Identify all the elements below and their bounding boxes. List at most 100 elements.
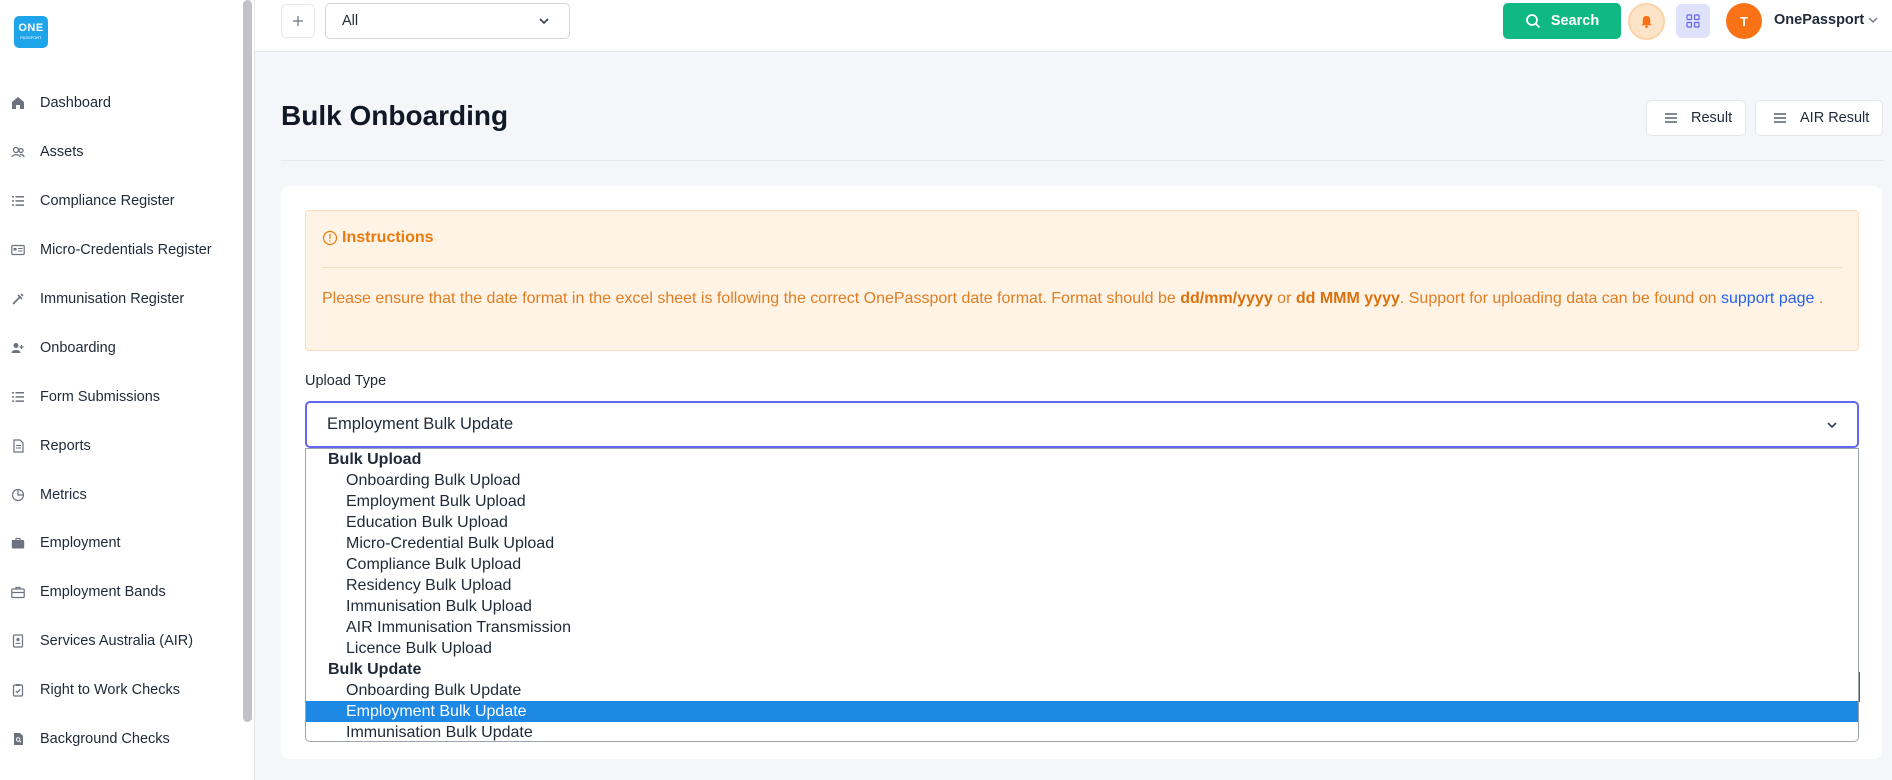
sidebar-item-employment[interactable]: Employment: [0, 519, 240, 568]
syringe-icon: [11, 292, 25, 306]
list-icon: [11, 194, 25, 208]
instructions-text-part: or: [1272, 290, 1296, 307]
file-search-icon: [11, 732, 25, 746]
scope-select[interactable]: All: [325, 3, 570, 39]
sidebar-item-right-to-work-checks[interactable]: Right to Work Checks: [0, 666, 240, 715]
users-icon: [11, 145, 25, 159]
sidebar-item-employment-bands[interactable]: Employment Bands: [0, 568, 240, 617]
sidebar: ONE PASSPORT Dashboard Assets Compliance…: [0, 0, 255, 780]
sidebar-item-label: Assets: [40, 144, 84, 161]
sidebar-item-label: Employment: [40, 535, 121, 552]
briefcase-outline-icon: [11, 585, 25, 599]
plus-icon: [293, 16, 303, 26]
sidebar-item-label: Metrics: [40, 486, 87, 503]
sidebar-item-label: Onboarding: [40, 339, 116, 356]
option-education-bulk-upload[interactable]: Education Bulk Upload: [306, 512, 1858, 533]
page-title: Bulk Onboarding: [281, 100, 509, 131]
instructions-title-text: Instructions: [342, 229, 434, 246]
header-divider: [281, 160, 1883, 161]
add-button[interactable]: [281, 4, 315, 38]
sidebar-item-micro-credentials-register[interactable]: Micro-Credentials Register: [0, 226, 240, 275]
option-licence-bulk-upload[interactable]: Licence Bulk Upload: [306, 638, 1858, 659]
sidebar-item-compliance-register[interactable]: Compliance Register: [0, 177, 240, 226]
id-card-icon: [11, 243, 25, 257]
option-immunisation-bulk-update[interactable]: Immunisation Bulk Update: [306, 722, 1858, 741]
search-button-label: Search: [1550, 13, 1600, 29]
sidebar-item-immunisation-register[interactable]: Immunisation Register: [0, 275, 240, 324]
briefcase-icon: [11, 536, 25, 550]
sidebar-item-form-submissions[interactable]: Form Submissions: [0, 372, 240, 421]
avatar-initial: T: [1740, 13, 1748, 29]
date-format-2: dd MMM yyyy: [1295, 290, 1400, 307]
instructions-alert: Instructions Please ensure that the date…: [305, 210, 1859, 351]
sidebar-item-services-australia-air[interactable]: Services Australia (AIR): [0, 617, 240, 666]
sidebar-item-reports[interactable]: Reports: [0, 421, 240, 470]
sidebar-nav: Dashboard Assets Compliance Register Mic…: [0, 79, 240, 763]
instructions-divider: [322, 267, 1842, 268]
result-button[interactable]: Result: [1646, 100, 1746, 136]
option-employment-bulk-update[interactable]: Employment Bulk Update: [306, 701, 1858, 722]
sidebar-item-label: Right to Work Checks: [40, 682, 180, 699]
sidebar-item-label: Immunisation Register: [40, 291, 185, 307]
result-button-label: Result: [1691, 110, 1733, 126]
option-employment-bulk-upload[interactable]: Employment Bulk Upload: [306, 491, 1858, 512]
option-immunisation-bulk-upload[interactable]: Immunisation Bulk Upload: [306, 596, 1858, 617]
support-page-link[interactable]: support page: [1721, 290, 1814, 307]
bell-icon: [1641, 15, 1652, 29]
notifications-button[interactable]: [1628, 3, 1665, 40]
sidebar-item-assets[interactable]: Assets: [0, 128, 240, 177]
menu-icon: [1774, 113, 1786, 123]
avatar[interactable]: T: [1726, 3, 1762, 39]
sidebar-item-label: Reports: [40, 437, 91, 454]
user-name[interactable]: OnePassport: [1774, 12, 1864, 28]
grid-icon: [1686, 14, 1700, 28]
air-result-button-label: AIR Result: [1800, 110, 1870, 126]
option-compliance-bulk-upload[interactable]: Compliance Bulk Upload: [306, 554, 1858, 575]
sidebar-item-dashboard[interactable]: Dashboard: [0, 79, 240, 128]
info-circle-icon: [322, 230, 338, 246]
option-residency-bulk-upload[interactable]: Residency Bulk Upload: [306, 575, 1858, 596]
sidebar-item-label: Background Checks: [40, 731, 170, 748]
topbar: All Search T OnePassport: [255, 0, 1892, 52]
sidebar-item-label: Employment Bands: [40, 584, 166, 601]
onepassport-logo[interactable]: ONE PASSPORT: [14, 16, 48, 48]
instructions-title: Instructions: [322, 229, 434, 247]
option-air-immunisation-transmission[interactable]: AIR Immunisation Transmission: [306, 617, 1858, 638]
sidebar-item-label: Compliance Register: [40, 193, 175, 210]
chevron-down-icon: [1827, 422, 1837, 429]
option-onboarding-bulk-update[interactable]: Onboarding Bulk Update: [306, 680, 1858, 701]
sidebar-item-onboarding[interactable]: Onboarding: [0, 323, 240, 372]
upload-type-value: Employment Bulk Update: [327, 415, 514, 433]
apps-button[interactable]: [1676, 4, 1710, 38]
sidebar-item-metrics[interactable]: Metrics: [0, 470, 240, 519]
list-icon: [11, 390, 25, 404]
sidebar-item-label: Services Australia (AIR): [40, 633, 194, 650]
home-icon: [11, 96, 25, 110]
date-format-1: dd/mm/yyyy: [1180, 290, 1273, 307]
upload-type-select[interactable]: Employment Bulk Update: [305, 401, 1859, 448]
chevron-down-icon[interactable]: [1867, 14, 1879, 26]
sidebar-item-label: Micro-Credentials Register: [40, 242, 212, 259]
scope-select-value: All: [342, 13, 359, 29]
instructions-text-part: Please ensure that the date format in th…: [322, 290, 1181, 307]
document-icon: [11, 439, 25, 453]
instructions-text: Please ensure that the date format in th…: [322, 286, 1842, 312]
user-plus-icon: [11, 341, 25, 355]
search-icon: [1525, 14, 1540, 29]
clipboard-check-icon: [11, 683, 25, 697]
instructions-text-part: . Support for uploading data can be foun…: [1399, 290, 1721, 307]
optgroup-label: Bulk Update: [328, 661, 422, 678]
chevron-down-icon: [539, 18, 549, 25]
sidebar-scrollbar[interactable]: [243, 0, 252, 722]
menu-icon: [1665, 113, 1677, 123]
sidebar-item-label: Dashboard: [40, 95, 111, 112]
option-onboarding-bulk-upload[interactable]: Onboarding Bulk Upload: [306, 470, 1858, 491]
air-result-button[interactable]: AIR Result: [1755, 100, 1883, 136]
instructions-text-part: .: [1814, 290, 1824, 307]
search-button[interactable]: Search: [1503, 3, 1621, 39]
upload-type-label: Upload Type: [305, 373, 387, 389]
sidebar-item-background-checks[interactable]: Background Checks: [0, 715, 240, 764]
sidebar-item-label: Form Submissions: [40, 388, 161, 405]
pie-chart-icon: [11, 488, 25, 502]
option-micro-credential-bulk-upload[interactable]: Micro-Credential Bulk Upload: [306, 533, 1858, 554]
